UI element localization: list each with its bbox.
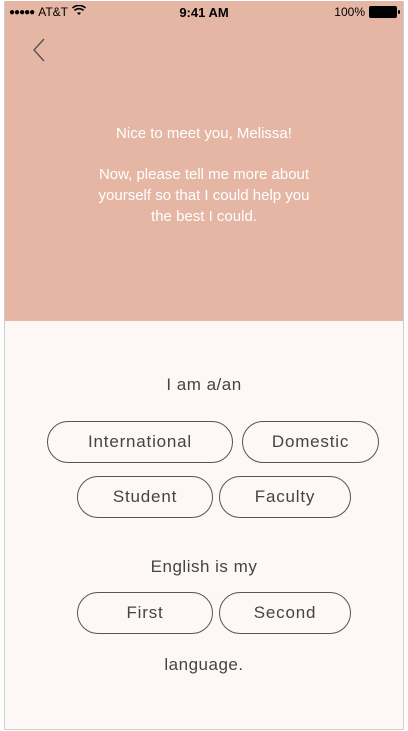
chevron-left-icon — [33, 38, 45, 62]
option-second[interactable]: Second — [219, 592, 351, 634]
header-banner: ●●●●● AT&T 9:41 AM 100% Nice to meet you… — [5, 1, 403, 321]
greeting-line: Nice to meet you, Melissa! — [116, 125, 292, 142]
battery-percent: 100% — [334, 5, 365, 19]
language-suffix: language. — [164, 655, 244, 674]
message-line-2: yourself so that I could help you — [98, 187, 310, 204]
greeting-message: Nice to meet you, Melissa! Now, please t… — [5, 123, 403, 227]
option-student[interactable]: Student — [77, 476, 213, 518]
message-line-1: Now, please tell me more about — [98, 166, 310, 183]
phone-screen: ●●●●● AT&T 9:41 AM 100% Nice to meet you… — [4, 1, 404, 730]
option-first[interactable]: First — [77, 592, 213, 634]
language-prompt: English is my — [150, 557, 258, 576]
status-right: 100% — [334, 5, 400, 19]
back-button[interactable] — [27, 35, 51, 65]
battery-icon — [369, 6, 400, 18]
option-faculty[interactable]: Faculty — [219, 476, 351, 518]
option-domestic[interactable]: Domestic — [242, 421, 379, 463]
option-international[interactable]: International — [47, 421, 233, 463]
status-bar: ●●●●● AT&T 9:41 AM 100% — [5, 1, 403, 23]
identity-prompt: I am a/an — [166, 375, 242, 394]
message-line-3: the best I could. — [151, 208, 257, 225]
